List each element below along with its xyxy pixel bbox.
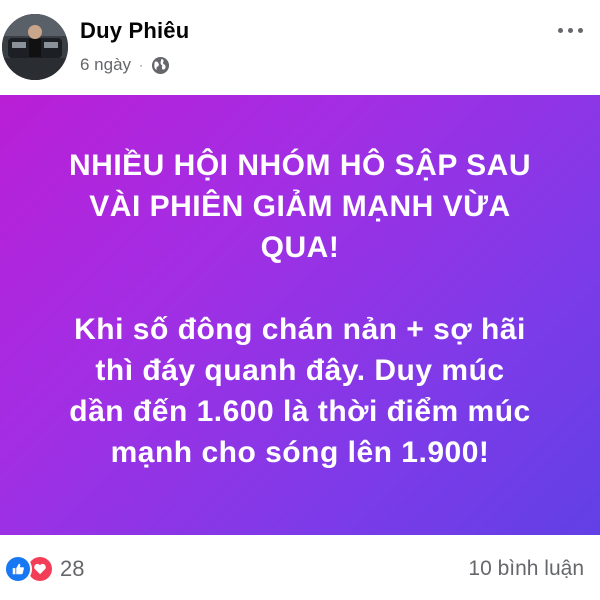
author-name[interactable]: Duy Phiêu: [80, 18, 189, 44]
like-icon: [4, 555, 32, 583]
comments-count[interactable]: 10 bình luận: [468, 557, 584, 581]
meta-separator: ·: [139, 58, 144, 72]
post-footer: 28 10 bình luận: [0, 535, 600, 600]
post-text-line: thì đáy quanh đây. Duy múc: [95, 354, 505, 387]
post-header: Duy Phiêu 6 ngày ·: [0, 0, 600, 95]
post-background-card: NHIỀU HỘI NHÓM HÔ SẬP SAU VÀI PHIÊN GIẢM…: [0, 95, 600, 535]
avatar[interactable]: [2, 14, 68, 80]
post-text-line: QUA!: [260, 231, 340, 264]
post-text-line: Khi số đông chán nản + sợ hãi: [74, 313, 526, 346]
post-text: NHIỀU HỘI NHÓM HÔ SẬP SAU VÀI PHIÊN GIẢM…: [20, 145, 580, 473]
post-text-line: NHIỀU HỘI NHÓM HÔ SẬP SAU: [69, 149, 531, 182]
post-time[interactable]: 6 ngày: [80, 55, 131, 75]
reactions-summary[interactable]: 28: [4, 555, 84, 583]
reaction-count: 28: [60, 556, 85, 581]
post-text-line: VÀI PHIÊN GIẢM MẠNH VỪA: [89, 190, 511, 223]
post-meta: 6 ngày ·: [80, 55, 170, 75]
post-text-line: dần đến 1.600 là thời điểm múc: [69, 395, 531, 428]
globe-icon[interactable]: [151, 56, 170, 75]
more-options-icon[interactable]: [558, 26, 588, 36]
post-text-line: mạnh cho sóng lên 1.900!: [110, 436, 490, 469]
